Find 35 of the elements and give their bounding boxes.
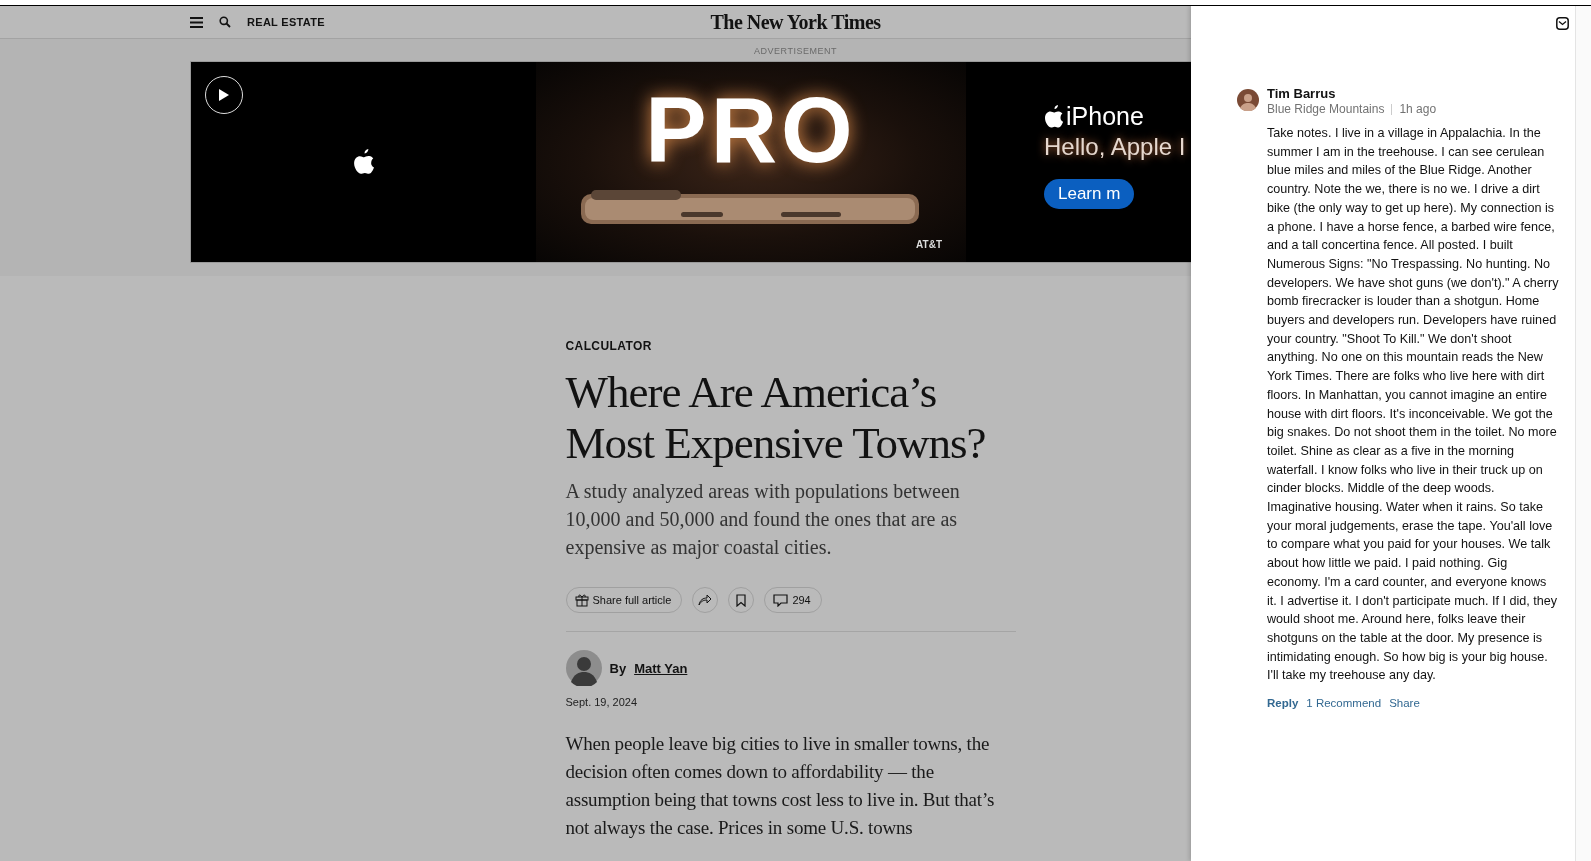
article-summary: A study analyzed areas with populations between 10,000 and 50,000 and found the ones that are as expensive as major coastal cities. [565, 479, 961, 561]
author-link[interactable]: Matt Yan [634, 660, 688, 676]
apple-logo-icon [352, 148, 375, 176]
commenter-location: Blue Ridge Mountains [1267, 102, 1385, 116]
gift-icon [574, 593, 589, 607]
message-icon[interactable] [1556, 17, 1569, 30]
comment-text: Take notes. I live in a village in Appalachia. In the summer I am in the treehouse. I can see cerulean blue miles and miles of the Blue Ridge. Another country. Note the we, there is no we. I drive a dirt bike (the only way to get up here). My connection is a phone. I have a horse fence, a barbed wire fence, and a tall concertina fence. All posted. I built Numerous Signs: "No Trespassing. No hunting. No developers. We have shot guns (we don't)." A cherry bomb firecracker is louder than a shotgun. Home buyers and developers run. Developers have ruined your country. "Shoot To Kill." We don't shoot anything. No one on this mountain reads the New York Times. There are folks who live here with dirt floors. In Manhattan, you cannot imagine an entire house with dirt floors. It's inconceivable. We got the big snakes. Do not shoot them in the toilet. No more toilet. Shine as clear as a five in the morning waterfall. I know folks who live in their truck up on cinder blocks. Middle of the deep woods. Imaginative housing. Water when it rains. So take your moral judgements, erase the tape. You'all love to compare what you paid for your houses. We talk about how little we paid. I paid nothing. Gig economy. I'm a card counter, and everyone knows it. I advertise it. I don't participate much. If I did, they would shoot me. Around here, folks leave their shotguns on the table at the door. My presence is intimidating enough. So how big is your big house. I'll take my treehouse any day. [1267, 125, 1559, 685]
site-logo[interactable]: The New York Times [710, 10, 881, 34]
commenter-avatar [1237, 89, 1259, 111]
comment-action-link[interactable]: 1 Recommend [1306, 697, 1382, 710]
ad-headline: PRO [645, 84, 857, 176]
publish-date: Sept. 19, 2024 [565, 696, 639, 708]
apple-logo-icon [1044, 104, 1064, 129]
comment-action-link[interactable]: Share [1389, 697, 1420, 710]
bookmark-icon [736, 593, 747, 607]
learn-more-button[interactable]: Learn m [1044, 179, 1135, 209]
search-icon[interactable] [219, 16, 231, 28]
share-arrow-icon [698, 594, 713, 606]
article-body: When people leave big cities to live in smaller towns, the decision often comes down to affordability — the assumption being that towns cost less to live in. But that’s not always the case. Prices in some U.S. towns [565, 732, 996, 840]
commenter-name: Tim Barrus [1267, 86, 1337, 101]
comment-time: 1h ago [1399, 102, 1437, 116]
byline-prefix: By [609, 660, 627, 676]
play-icon [218, 88, 230, 102]
ad-label: ADVERTISEMENT [754, 46, 837, 56]
section-link[interactable]: REAL ESTATE [247, 16, 325, 28]
ad-product: iPhone [1044, 102, 1144, 131]
ad-tagline: Hello, Apple I [1044, 133, 1186, 161]
sponsor-text: AT&T [916, 239, 942, 250]
reply-link[interactable]: Reply [1267, 697, 1299, 710]
menu-icon[interactable] [190, 16, 203, 28]
article-kicker: CALCULATOR [565, 339, 653, 353]
comment-icon [773, 593, 789, 607]
article-title: Where Are America’s Most Expensive Towns? [565, 367, 987, 469]
author-avatar [565, 650, 602, 686]
ad-banner[interactable]: PRO AT&T iPhone Hello, Apple I Learn m [190, 61, 1191, 263]
